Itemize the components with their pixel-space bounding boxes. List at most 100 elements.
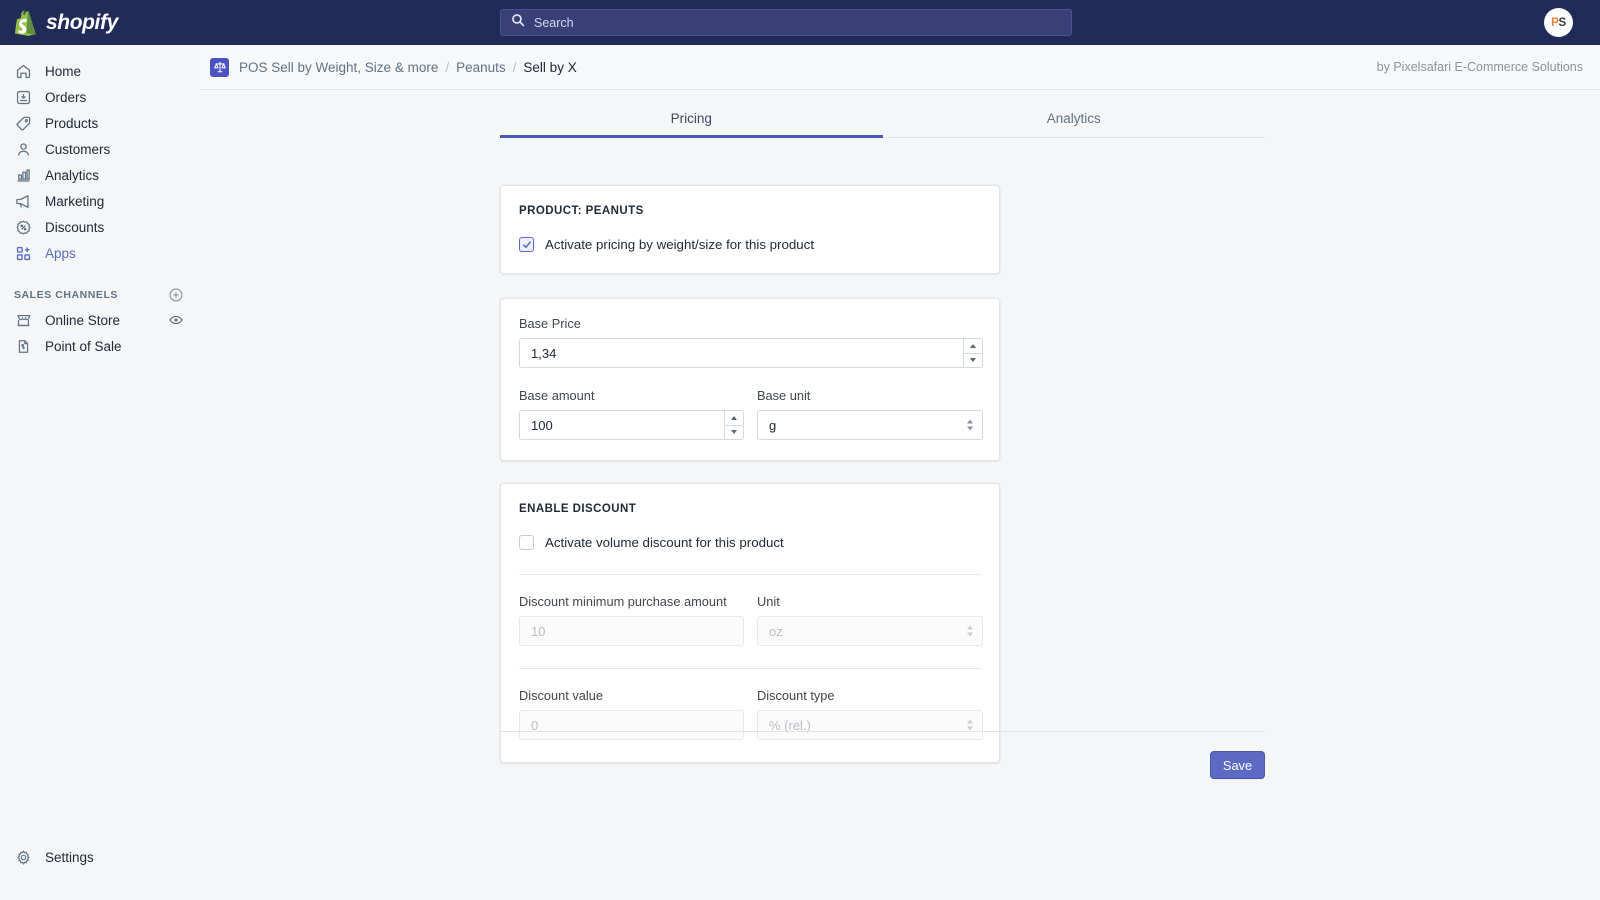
select-chevron-icon[interactable]	[967, 420, 973, 431]
apps-icon	[14, 244, 33, 263]
discount-min-amount-field: Discount minimum purchase amount 10	[519, 594, 744, 646]
tab-bar: Pricing Analytics	[500, 100, 1265, 138]
discount-unit-placeholder: oz	[758, 624, 783, 639]
divider	[519, 574, 981, 575]
save-button-label: Save	[1223, 758, 1252, 773]
avatar[interactable]: PS	[1544, 8, 1573, 37]
main-content: Activation Click the checkbox to activat…	[200, 138, 1600, 763]
search-icon	[511, 13, 525, 32]
discount-type-select[interactable]: % (rel.)	[757, 710, 983, 740]
eye-icon[interactable]	[168, 312, 184, 328]
discount-min-amount-placeholder: 10	[520, 624, 545, 639]
base-price-field: Base Price 1,34	[519, 316, 981, 368]
base-amount-label: Base amount	[519, 388, 744, 403]
stepper-down-icon[interactable]	[725, 426, 743, 440]
activation-card: PRODUCT: PEANUTS Activate pricing by wei…	[500, 185, 1000, 274]
base-price-stepper[interactable]	[963, 339, 982, 367]
base-price-value: 1,34	[520, 346, 556, 361]
stepper-up-icon[interactable]	[725, 411, 743, 426]
stepper-down-icon[interactable]	[964, 354, 982, 368]
breadcrumb: POS Sell by Weight, Size & more / Peanut…	[239, 60, 577, 75]
base-price-label: Base Price	[519, 316, 981, 331]
volume-discount-card: ENABLE DISCOUNT Activate volume discount…	[500, 483, 1000, 763]
app-byline: by Pixelsafari E-Commerce Solutions	[1377, 60, 1583, 74]
base-amount-input[interactable]: 100	[519, 410, 744, 440]
sidebar-item-customers[interactable]: Customers	[8, 136, 192, 162]
search-input[interactable]: Search	[500, 9, 1072, 36]
section-volume-discount: Volume Discount You can offer a volume d…	[200, 483, 1600, 763]
online-store-icon	[14, 311, 33, 330]
orders-icon	[14, 88, 33, 107]
activate-pricing-row[interactable]: Activate pricing by weight/size for this…	[519, 237, 981, 252]
sidebar-item-apps[interactable]: Apps	[8, 240, 192, 266]
search-placeholder: Search	[534, 16, 574, 30]
tab-pricing[interactable]: Pricing	[500, 100, 883, 137]
discount-unit-select[interactable]: oz	[757, 616, 983, 646]
discount-unit-label: Unit	[757, 594, 983, 609]
breadcrumb-product[interactable]: Peanuts	[456, 60, 506, 75]
sidebar-spacer	[0, 266, 200, 283]
sidebar-item-products[interactable]: Products	[8, 110, 192, 136]
sidebar-item-point-of-sale[interactable]: Point of Sale	[8, 333, 184, 359]
discount-min-amount-input[interactable]: 10	[519, 616, 744, 646]
tab-label: Pricing	[671, 111, 712, 126]
select-chevron-icon[interactable]	[967, 720, 973, 731]
plus-circle-icon[interactable]	[168, 287, 184, 303]
product-label: PRODUCT: PEANUTS	[519, 205, 981, 217]
section-base-price: Base Price & Units Choose your base pric…	[200, 298, 1600, 461]
save-button[interactable]: Save	[1210, 751, 1265, 779]
base-unit-label: Base unit	[757, 388, 983, 403]
discount-value-label: Discount value	[519, 688, 744, 703]
base-unit-value: g	[758, 418, 776, 433]
sidebar-item-home[interactable]: Home	[8, 58, 192, 84]
activate-discount-row[interactable]: Activate volume discount for this produc…	[519, 535, 981, 550]
discount-value-field: Discount value 0	[519, 688, 744, 740]
discount-type-label: Discount type	[757, 688, 983, 703]
enable-discount-label: ENABLE DISCOUNT	[519, 503, 981, 515]
sidebar-item-label: Discounts	[45, 220, 104, 235]
sidebar-item-marketing[interactable]: Marketing	[8, 188, 192, 214]
stepper-up-icon[interactable]	[964, 339, 982, 354]
divider	[519, 668, 981, 669]
base-price-card: Base Price 1,34 Base amount 100	[500, 298, 1000, 461]
top-bar: shopify Search PS	[0, 0, 1600, 45]
tab-analytics[interactable]: Analytics	[883, 100, 1266, 137]
activate-discount-label: Activate volume discount for this produc…	[545, 535, 784, 550]
sidebar-item-label: Customers	[45, 142, 110, 157]
base-amount-stepper[interactable]	[724, 411, 743, 439]
base-unit-select[interactable]: g	[757, 410, 983, 440]
discount-min-amount-label: Discount minimum purchase amount	[519, 594, 744, 609]
sidebar-item-analytics[interactable]: Analytics	[8, 162, 192, 188]
sidebar-item-settings[interactable]: Settings	[8, 844, 94, 870]
discount-type-field: Discount type % (rel.)	[757, 688, 983, 740]
avatar-initial-1: P	[1551, 17, 1558, 29]
sidebar-item-label: Online Store	[45, 313, 120, 328]
sidebar: Home Orders Products Customers	[0, 45, 200, 900]
sidebar-item-label: Home	[45, 64, 81, 79]
avatar-initial-2: S	[1559, 17, 1566, 29]
sidebar-item-label: Apps	[45, 246, 76, 261]
footer-divider	[500, 731, 1265, 732]
discount-unit-field: Unit oz	[757, 594, 983, 646]
point-of-sale-icon	[14, 337, 33, 356]
sidebar-item-orders[interactable]: Orders	[8, 84, 192, 110]
breadcrumb-current: Sell by X	[523, 60, 576, 75]
discount-value-input[interactable]: 0	[519, 710, 744, 740]
shopify-logo[interactable]: shopify	[0, 9, 200, 36]
sidebar-item-discounts[interactable]: Discounts	[8, 214, 192, 240]
base-price-input[interactable]: 1,34	[519, 338, 983, 368]
sidebar-item-label: Products	[45, 116, 98, 131]
breadcrumb-app[interactable]: POS Sell by Weight, Size & more	[239, 60, 438, 75]
base-amount-value: 100	[520, 418, 553, 433]
activate-discount-checkbox[interactable]	[519, 535, 534, 550]
discounts-icon	[14, 218, 33, 237]
select-chevron-icon[interactable]	[967, 626, 973, 637]
activate-pricing-checkbox[interactable]	[519, 237, 534, 252]
sidebar-item-online-store[interactable]: Online Store	[8, 307, 184, 333]
sidebar-item-label: Point of Sale	[45, 339, 122, 354]
customers-icon	[14, 140, 33, 159]
shopify-bag-icon	[14, 9, 39, 36]
sidebar-item-label: Analytics	[45, 168, 99, 183]
base-unit-field: Base unit g	[757, 388, 983, 440]
activate-pricing-label: Activate pricing by weight/size for this…	[545, 237, 814, 252]
